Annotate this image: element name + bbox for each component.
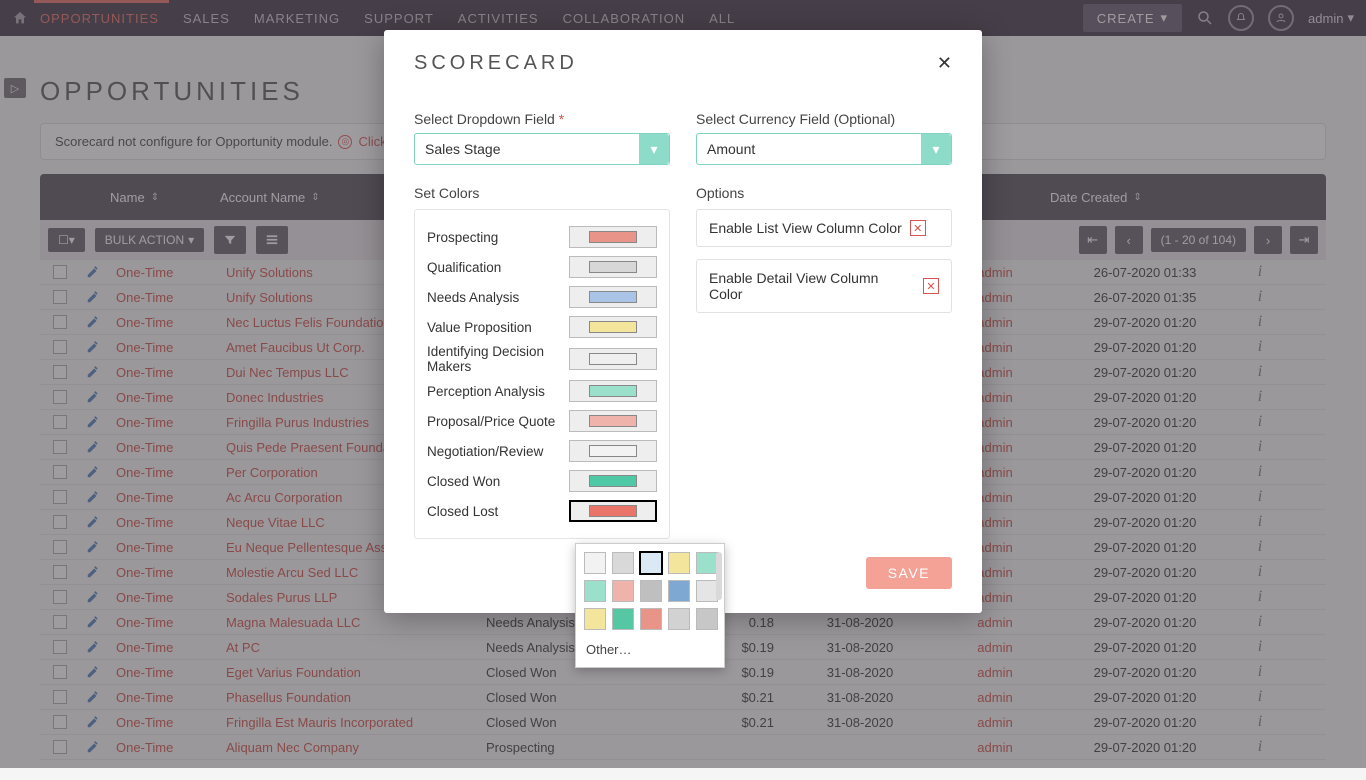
color-other[interactable]: Other… [584, 640, 716, 659]
option-detail-color[interactable]: Enable Detail View Column Color ✕ [696, 259, 952, 313]
picker-swatch[interactable] [640, 608, 662, 630]
color-swatch [589, 415, 637, 427]
color-stage-label: Identifying Decision Makers [427, 344, 569, 374]
color-row: Perception Analysis [427, 378, 657, 404]
picker-swatch[interactable] [696, 608, 718, 630]
color-row: Qualification [427, 254, 657, 280]
color-row: Identifying Decision Makers [427, 344, 657, 374]
color-swatch-button[interactable] [569, 380, 657, 402]
options-label: Options [696, 185, 952, 201]
color-row: Closed Lost [427, 498, 657, 524]
color-swatch-button[interactable] [569, 256, 657, 278]
picker-swatch[interactable] [696, 580, 718, 602]
color-stage-label: Closed Won [427, 474, 569, 489]
chevron-down-icon: ▾ [639, 134, 669, 164]
close-icon[interactable]: ✕ [937, 53, 952, 74]
color-stage-label: Proposal/Price Quote [427, 414, 569, 429]
remove-icon[interactable]: ✕ [910, 220, 926, 236]
required-mark: * [559, 111, 564, 127]
color-stage-label: Negotiation/Review [427, 444, 569, 459]
colors-panel: Prospecting Qualification Needs Analysis Va… [414, 209, 670, 539]
color-swatch-button[interactable] [569, 348, 657, 370]
color-stage-label: Perception Analysis [427, 384, 569, 399]
option-list-label: Enable List View Column Color [709, 220, 902, 236]
color-swatch [589, 353, 637, 365]
currency-field-select[interactable]: Amount ▾ [696, 133, 952, 165]
color-swatch [589, 445, 637, 457]
color-swatch-button[interactable] [569, 470, 657, 492]
option-list-color[interactable]: Enable List View Column Color ✕ [696, 209, 952, 247]
picker-swatch[interactable] [640, 552, 662, 574]
color-swatch-button[interactable] [569, 286, 657, 308]
color-row: Closed Won [427, 468, 657, 494]
color-swatch [589, 321, 637, 333]
color-swatch-button[interactable] [569, 440, 657, 462]
color-stage-label: Qualification [427, 260, 569, 275]
color-swatch [589, 475, 637, 487]
currency-field-value: Amount [707, 141, 755, 157]
color-row: Value Proposition [427, 314, 657, 340]
color-stage-label: Needs Analysis [427, 290, 569, 305]
picker-swatch[interactable] [668, 608, 690, 630]
picker-swatch[interactable] [584, 552, 606, 574]
color-stage-label: Prospecting [427, 230, 569, 245]
dropdown-field-select[interactable]: Sales Stage ▾ [414, 133, 670, 165]
color-row: Negotiation/Review [427, 438, 657, 464]
picker-swatch[interactable] [612, 580, 634, 602]
color-row: Prospecting [427, 224, 657, 250]
picker-swatch[interactable] [668, 552, 690, 574]
color-swatch-button[interactable] [569, 410, 657, 432]
picker-swatch[interactable] [668, 580, 690, 602]
scorecard-modal: SCORECARD ✕ Select Dropdown Field * Sale… [384, 30, 982, 613]
save-button[interactable]: SAVE [866, 557, 952, 589]
chevron-down-icon: ▾ [921, 134, 951, 164]
picker-swatch[interactable] [584, 580, 606, 602]
modal-title: SCORECARD [414, 52, 937, 75]
color-swatch [589, 261, 637, 273]
dropdown-field-label: Select Dropdown Field [414, 111, 555, 127]
color-swatch [589, 231, 637, 243]
picker-swatch[interactable] [612, 552, 634, 574]
color-swatch [589, 291, 637, 303]
color-row: Proposal/Price Quote [427, 408, 657, 434]
remove-icon[interactable]: ✕ [923, 278, 939, 294]
picker-swatch[interactable] [584, 608, 606, 630]
currency-field-label: Select Currency Field (Optional) [696, 111, 952, 127]
color-picker: Other… [575, 543, 725, 668]
dropdown-field-value: Sales Stage [425, 141, 501, 157]
color-stage-label: Closed Lost [427, 504, 569, 519]
picker-swatch[interactable] [612, 608, 634, 630]
color-swatch-button[interactable] [569, 316, 657, 338]
set-colors-label: Set Colors [414, 185, 670, 201]
color-swatch-button[interactable] [569, 500, 657, 522]
option-detail-label: Enable Detail View Column Color [709, 270, 915, 302]
color-swatch [589, 505, 637, 517]
color-stage-label: Value Proposition [427, 320, 569, 335]
color-row: Needs Analysis [427, 284, 657, 310]
picker-swatch[interactable] [696, 552, 718, 574]
color-swatch-button[interactable] [569, 226, 657, 248]
color-swatch [589, 385, 637, 397]
picker-swatch[interactable] [640, 580, 662, 602]
scroll-thumb[interactable] [716, 552, 722, 600]
